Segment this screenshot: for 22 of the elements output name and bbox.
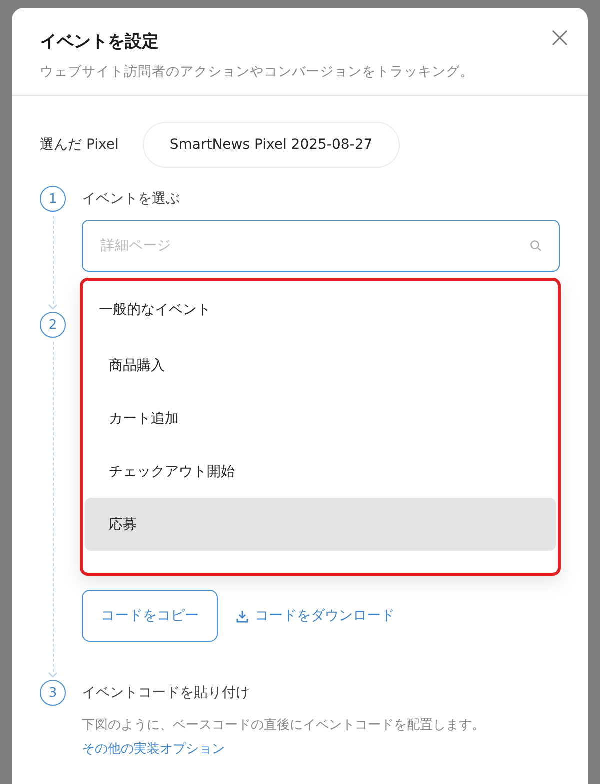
search-icon (530, 240, 542, 252)
dropdown-option[interactable]: カート追加 (85, 392, 556, 445)
pixel-value: SmartNews Pixel 2025-08-27 (142, 122, 400, 168)
step-title: イベントコードを貼り付け (82, 684, 251, 703)
copy-code-button[interactable]: コードをコピー (82, 590, 218, 642)
group-heading: 一般的なイベント (98, 301, 212, 320)
download-code-link[interactable]: コードをダウンロード (236, 607, 395, 625)
close-icon[interactable] (552, 30, 568, 46)
dialog-title: イベントを設定 (40, 31, 160, 53)
step-number: 1 (40, 186, 66, 212)
dialog-subtitle: ウェブサイト訪問者のアクションやコンバージョンをトラッキング。 (40, 63, 475, 81)
download-icon (236, 610, 249, 622)
dropdown-option[interactable]: 商品購入 (85, 339, 556, 392)
options-link[interactable]: その他の実装オプション (82, 742, 225, 757)
step-title: イベントを選ぶ (82, 190, 181, 209)
dropdown-option[interactable]: 応募 (85, 498, 556, 551)
step-number: 3 (40, 680, 66, 706)
instruction-text: 下図のように、ベースコードの直後にイベントコードを配置します。 その他の実装オプション (82, 717, 486, 759)
search-field[interactable]: 詳細ページ (82, 220, 560, 272)
step-number: 2 (40, 312, 66, 338)
pixel-label: 選んだ Pixel (40, 136, 119, 154)
dropdown-option[interactable]: チェックアウト開始 (85, 445, 556, 498)
